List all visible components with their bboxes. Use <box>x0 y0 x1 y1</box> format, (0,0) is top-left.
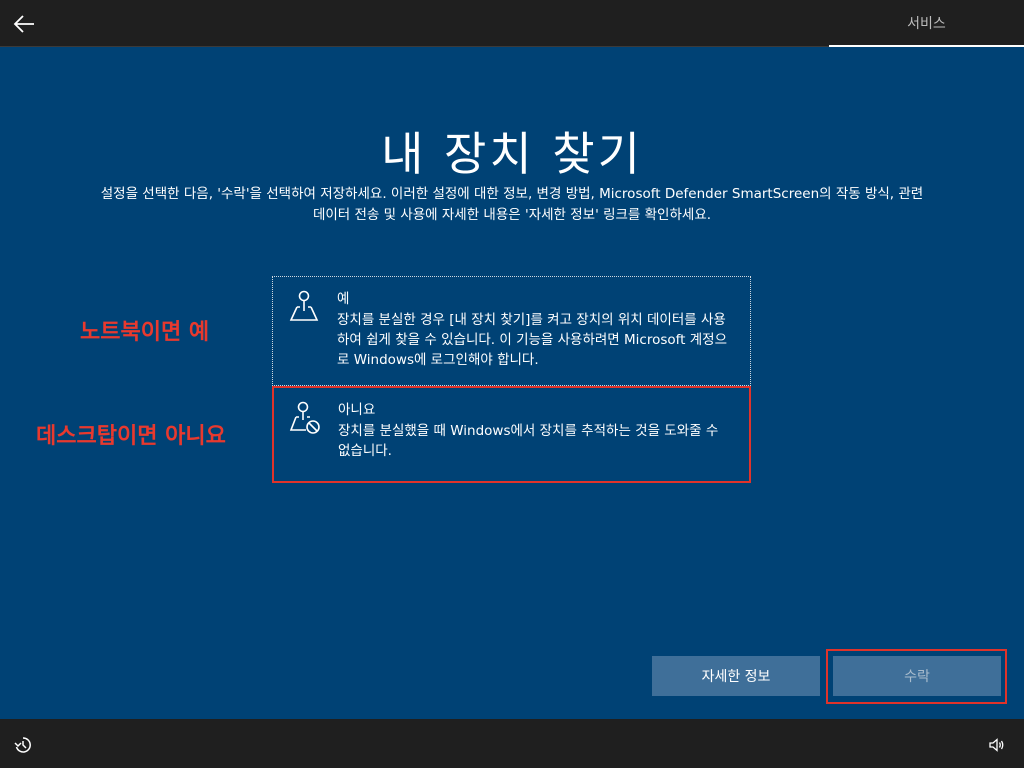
learn-more-button[interactable]: 자세한 정보 <box>652 656 820 696</box>
option-yes-description: 장치를 분실한 경우 [내 장치 찾기]를 켜고 장치의 위치 데이터를 사용하… <box>337 312 728 368</box>
volume-icon <box>989 738 1004 752</box>
page-description-line-1: 설정을 선택한 다음, '수락'을 선택하여 저장하세요. 이러한 설정에 대한… <box>100 186 924 202</box>
option-no[interactable]: 아니요 장치를 분실했을 때 Windows에서 장치를 추적하는 것을 도와줄… <box>272 386 751 483</box>
option-no-title: 아니요 <box>338 402 376 418</box>
map-pin-icon <box>289 290 319 321</box>
annotation-laptop: 노트북이면 예 <box>80 320 210 345</box>
volume-button[interactable] <box>984 733 1010 757</box>
back-arrow-icon <box>13 15 34 33</box>
ease-of-access-button[interactable] <box>10 733 36 757</box>
option-no-description: 장치를 분실했을 때 Windows에서 장치를 추적하는 것을 도와줄 수 없… <box>338 423 719 459</box>
tab-service[interactable]: 서비스 <box>829 0 1024 47</box>
page-title: 내 장치 찾기 <box>381 127 643 181</box>
annotation-desktop: 데스크탑이면 아니요 <box>36 424 226 449</box>
back-button[interactable] <box>6 6 42 42</box>
map-pin-blocked-icon <box>289 401 320 434</box>
option-yes[interactable]: 예 장치를 분실한 경우 [내 장치 찾기]를 켜고 장치의 위치 데이터를 사… <box>272 276 751 386</box>
ease-of-access-icon <box>14 737 31 753</box>
top-bar: 서비스 <box>0 0 1024 47</box>
page-description-line-2: 데이터 전송 및 사용에 자세한 내용은 '자세한 정보' 링크를 확인하세요. <box>312 207 712 223</box>
accept-button[interactable]: 수락 <box>833 656 1001 696</box>
option-yes-title: 예 <box>337 291 350 307</box>
bottom-bar <box>0 719 1024 768</box>
page-description: 설정을 선택한 다음, '수락'을 선택하여 저장하세요. 이러한 설정에 대한… <box>40 184 984 226</box>
